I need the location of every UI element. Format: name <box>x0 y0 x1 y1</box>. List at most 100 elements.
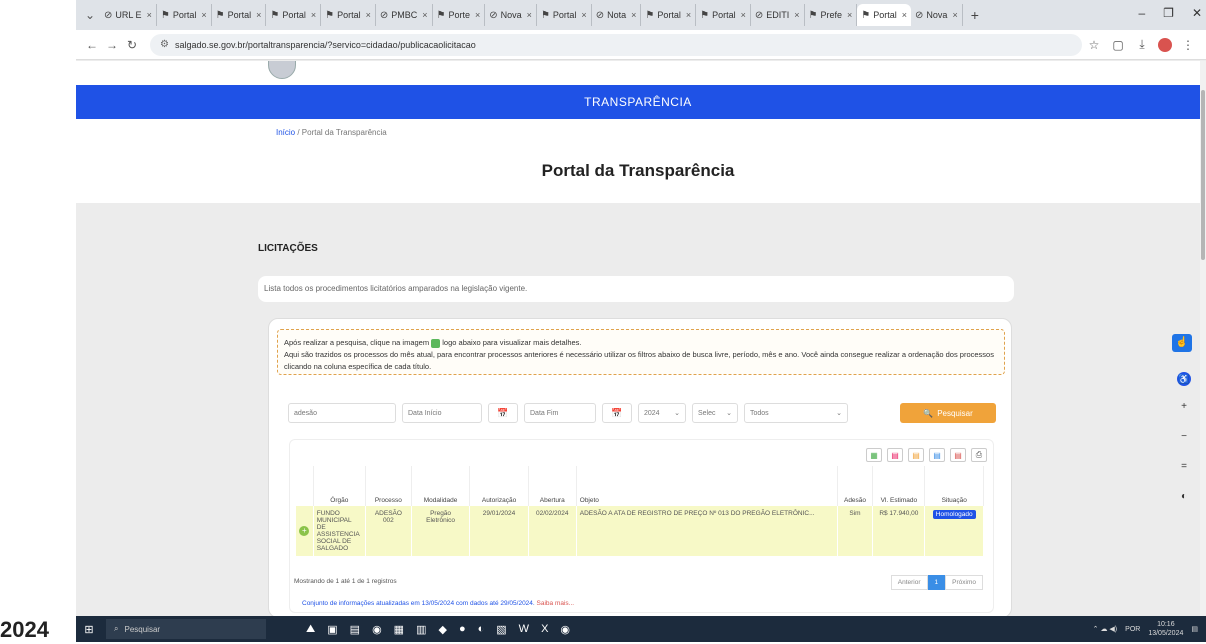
print-icon[interactable]: ⎙ <box>971 448 987 462</box>
vlibras-icon[interactable]: ☝ <box>1172 334 1192 352</box>
column-header[interactable]: Órgão <box>313 466 366 506</box>
close-tab-icon[interactable]: × <box>366 10 371 20</box>
close-tab-icon[interactable]: × <box>686 10 691 20</box>
browser-tab[interactable]: ⚑ Portal × <box>641 4 697 26</box>
word-icon[interactable]: W <box>519 623 529 636</box>
close-tab-icon[interactable]: × <box>201 10 206 20</box>
close-tab-icon[interactable]: × <box>475 10 480 20</box>
taskbar-search[interactable]: ⌕ Pesquisar <box>106 619 266 639</box>
forward-icon[interactable]: → <box>102 38 122 52</box>
accessibility-icon[interactable]: ♿ <box>1177 372 1191 386</box>
browser-tab[interactable]: ⚑ Portal × <box>537 4 592 26</box>
chrome-icon[interactable]: ◉ <box>372 623 382 636</box>
browser-tab[interactable]: ⚑ Portal × <box>266 4 322 26</box>
breadcrumb-home-link[interactable]: Início <box>276 128 295 137</box>
scrollbar-thumb[interactable] <box>1201 90 1205 260</box>
app-icon[interactable]: ▤ <box>350 623 360 636</box>
app-icon[interactable]: ◐ <box>478 623 485 636</box>
close-tab-icon[interactable]: × <box>794 10 799 20</box>
close-tab-icon[interactable]: × <box>256 10 261 20</box>
export-excel-icon[interactable]: ▦ <box>866 448 882 462</box>
column-header[interactable]: Situação <box>924 466 984 506</box>
column-header[interactable]: Objeto <box>576 466 838 506</box>
date-start-field[interactable]: Data Início <box>402 403 482 423</box>
close-tab-icon[interactable]: × <box>952 10 957 20</box>
browser-tab[interactable]: ⊘ Nova × <box>485 4 537 26</box>
calendar-start-icon[interactable]: 📅 <box>488 403 518 423</box>
minimize-icon[interactable]: – <box>1138 6 1145 20</box>
profile-avatar[interactable] <box>1158 37 1172 52</box>
export-print-icon[interactable]: ▤ <box>950 448 966 462</box>
close-tab-icon[interactable]: × <box>631 10 636 20</box>
export-pdf-icon[interactable]: ▤ <box>887 448 903 462</box>
tab-list-icon[interactable]: ⌄ <box>80 8 100 22</box>
month-select[interactable]: Selec ⌄ <box>692 403 738 423</box>
menu-dots-icon[interactable]: ⋮ <box>1176 38 1200 52</box>
decrease-font-icon[interactable]: − <box>1177 431 1191 442</box>
reload-icon[interactable]: ↻ <box>122 38 142 52</box>
excel-icon[interactable]: X <box>541 623 548 636</box>
browser-tab[interactable]: ⚑ Portal × <box>321 4 376 26</box>
close-tab-icon[interactable]: × <box>581 10 586 20</box>
saiba-mais-link[interactable]: Saiba mais... <box>537 600 575 607</box>
browser-tab[interactable]: ⊘ URL E × <box>100 4 157 26</box>
expand-details-icon[interactable]: + <box>299 526 310 536</box>
app-icon[interactable]: ▧ <box>496 623 506 636</box>
column-header[interactable]: Abertura <box>528 466 577 506</box>
restore-icon[interactable]: ❐ <box>1163 6 1174 20</box>
close-window-icon[interactable]: ✕ <box>1192 6 1202 20</box>
bookmark-star-icon[interactable]: ☆ <box>1082 38 1106 52</box>
site-info-icon[interactable]: ⚙ <box>160 39 169 50</box>
export-doc-icon[interactable]: ▤ <box>908 448 924 462</box>
browser-tab[interactable]: ⊘ Nota × <box>592 4 642 26</box>
column-header[interactable]: Vl. Estimado <box>872 466 926 506</box>
browser-tab[interactable]: ⚑ Prefe × <box>805 4 858 26</box>
close-tab-icon[interactable]: × <box>311 10 316 20</box>
extensions-icon[interactable]: ▢ <box>1106 38 1130 52</box>
browser-tab[interactable]: ⊘ PMBC × <box>376 4 433 26</box>
chrome-icon[interactable]: ◉ <box>560 623 570 636</box>
app-icon[interactable]: ▥ <box>416 623 426 636</box>
reset-font-icon[interactable]: = <box>1177 461 1191 472</box>
column-header[interactable]: Autorização <box>469 466 529 506</box>
tray-icons[interactable]: ⌃ ☁ ◀) <box>1093 625 1117 633</box>
close-tab-icon[interactable]: × <box>847 10 852 20</box>
back-icon[interactable]: ← <box>82 38 102 52</box>
browser-tab[interactable]: ⚑ Porte × <box>433 4 486 26</box>
calendar-end-icon[interactable]: 📅 <box>602 403 632 423</box>
close-tab-icon[interactable]: × <box>147 10 152 20</box>
language-indicator[interactable]: POR <box>1125 626 1140 633</box>
column-header[interactable]: Adesão <box>837 466 874 506</box>
contrast-icon[interactable]: ◐ <box>1177 491 1191 502</box>
clock[interactable]: 10:16 13/05/2024 <box>1148 620 1183 638</box>
year-select[interactable]: 2024 ⌄ <box>638 403 686 423</box>
app-icon[interactable]: ● <box>459 623 466 636</box>
page-1-button[interactable]: 1 <box>927 575 946 590</box>
browser-tab[interactable]: ⚑ Portal × <box>157 4 212 26</box>
app-icon[interactable]: ◆ <box>438 623 446 636</box>
search-button[interactable]: 🔍 Pesquisar <box>900 403 996 423</box>
browser-tab[interactable]: ⚑ Portal × <box>857 4 912 26</box>
browser-tab[interactable]: ⊘ Nova × <box>911 4 963 26</box>
column-header[interactable] <box>296 466 314 506</box>
download-icon[interactable]: ⤓ <box>1130 37 1154 52</box>
close-tab-icon[interactable]: × <box>902 10 907 20</box>
close-tab-icon[interactable]: × <box>422 10 427 20</box>
browser-tab[interactable]: ⚑ Portal × <box>696 4 751 26</box>
new-tab-button[interactable]: + <box>963 7 987 23</box>
column-header[interactable]: Processo <box>365 466 412 506</box>
windows-start-icon[interactable]: ⊞ <box>76 623 102 636</box>
date-end-field[interactable]: Data Fim <box>524 403 596 423</box>
column-header[interactable]: Modalidade <box>411 466 471 506</box>
browser-tab[interactable]: ⊘ EDITI × <box>751 4 805 26</box>
app-icon[interactable]: ▣ <box>327 623 337 636</box>
notifications-icon[interactable]: ▤ <box>1191 625 1198 633</box>
close-tab-icon[interactable]: × <box>527 10 532 20</box>
increase-font-icon[interactable]: + <box>1177 401 1191 412</box>
app-icon[interactable]: ▦ <box>394 623 404 636</box>
url-field[interactable]: ⚙ salgado.se.gov.br/portaltransparencia/… <box>150 33 1082 56</box>
export-csv-icon[interactable]: ▤ <box>929 448 945 462</box>
browser-tab[interactable]: ⚑ Portal × <box>212 4 267 26</box>
prev-page-button[interactable]: Anterior <box>890 575 928 590</box>
next-page-button[interactable]: Próximo <box>945 575 983 590</box>
